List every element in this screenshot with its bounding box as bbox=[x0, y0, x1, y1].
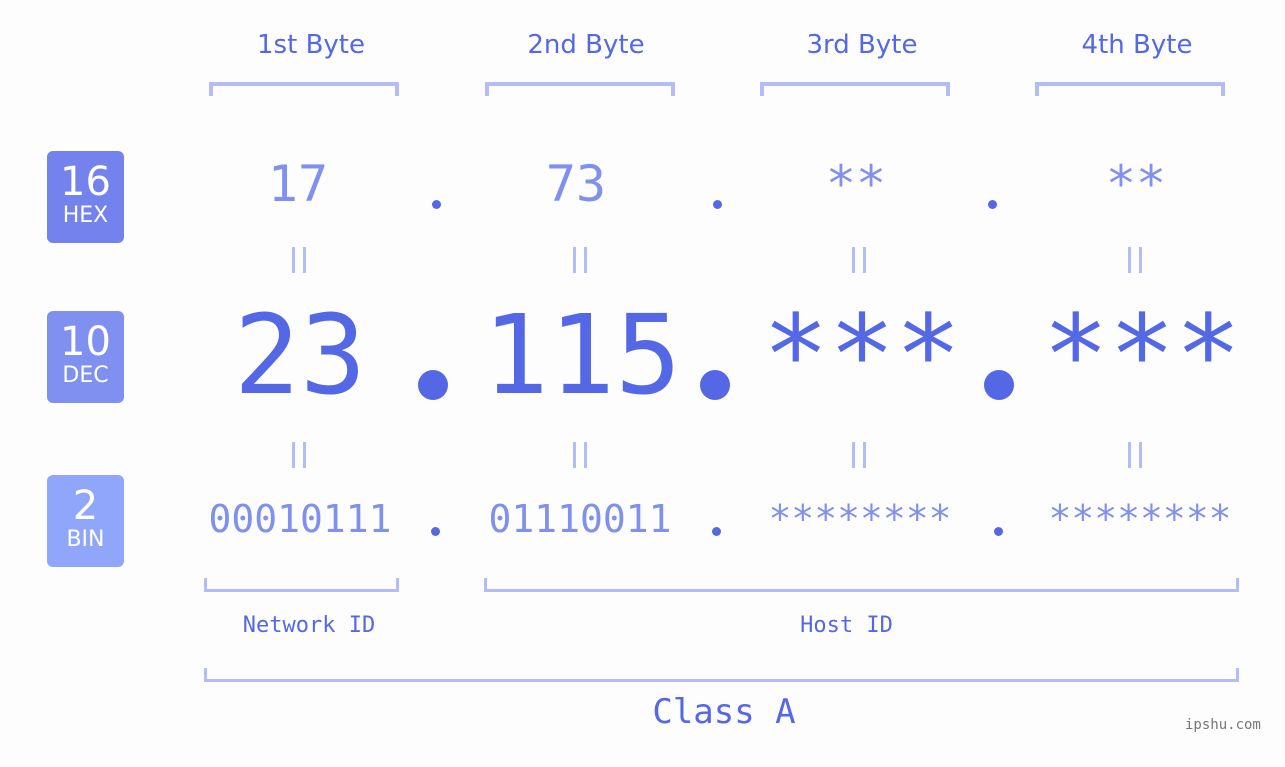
class-bracket bbox=[204, 668, 1239, 682]
dec-separator-dot bbox=[418, 370, 448, 400]
hex-value-3: ** bbox=[825, 155, 887, 213]
byte-header-1: 1st Byte bbox=[257, 30, 365, 60]
equals-marker bbox=[852, 442, 866, 468]
dec-label: DEC bbox=[62, 363, 109, 388]
hex-separator-dot bbox=[432, 200, 441, 209]
equals-marker bbox=[573, 442, 587, 468]
dec-value-3: *** bbox=[762, 291, 962, 419]
class-label: Class A bbox=[652, 692, 796, 732]
byte-bracket-4 bbox=[1035, 82, 1225, 96]
bin-value-3: ******** bbox=[768, 497, 952, 541]
hex-base: 16 bbox=[60, 159, 111, 205]
bin-separator-dot bbox=[994, 527, 1003, 536]
hex-label: HEX bbox=[62, 203, 109, 228]
hex-separator-dot bbox=[713, 200, 722, 209]
hex-value-2: 73 bbox=[545, 155, 607, 213]
dec-separator-dot bbox=[984, 370, 1014, 400]
equals-marker bbox=[292, 247, 306, 273]
bin-value-2: 01110011 bbox=[488, 497, 672, 541]
bin-value-4: ******** bbox=[1048, 497, 1232, 541]
equals-marker bbox=[292, 442, 306, 468]
equals-marker bbox=[852, 247, 866, 273]
dec-value-2: 115 bbox=[482, 291, 682, 419]
dec-badge: 10 DEC bbox=[47, 311, 124, 403]
watermark: ipshu.com bbox=[1185, 717, 1261, 733]
equals-marker bbox=[1128, 247, 1142, 273]
dec-base: 10 bbox=[60, 319, 111, 365]
equals-marker bbox=[573, 247, 587, 273]
dec-value-1: 23 bbox=[233, 291, 367, 419]
network-id-label: Network ID bbox=[242, 613, 376, 638]
dec-separator-dot bbox=[700, 370, 730, 400]
host-id-bracket bbox=[484, 578, 1239, 592]
byte-header-3: 3rd Byte bbox=[806, 30, 918, 60]
hex-value-1: 17 bbox=[267, 155, 329, 213]
byte-bracket-1 bbox=[209, 82, 399, 96]
host-id-label: Host ID bbox=[800, 613, 893, 638]
bin-base: 2 bbox=[72, 483, 99, 529]
bin-label: BIN bbox=[66, 527, 105, 552]
network-id-bracket bbox=[204, 578, 399, 592]
byte-header-4: 4th Byte bbox=[1081, 30, 1193, 60]
byte-bracket-2 bbox=[485, 82, 675, 96]
bin-separator-dot bbox=[431, 527, 440, 536]
equals-marker bbox=[1128, 442, 1142, 468]
bin-badge: 2 BIN bbox=[47, 475, 124, 567]
hex-value-4: ** bbox=[1105, 155, 1167, 213]
dec-value-4: *** bbox=[1042, 291, 1242, 419]
byte-header-2: 2nd Byte bbox=[527, 30, 645, 60]
hex-badge: 16 HEX bbox=[47, 151, 124, 243]
hex-separator-dot bbox=[988, 200, 997, 209]
bin-separator-dot bbox=[712, 527, 721, 536]
byte-bracket-3 bbox=[760, 82, 950, 96]
bin-value-1: 00010111 bbox=[208, 497, 392, 541]
